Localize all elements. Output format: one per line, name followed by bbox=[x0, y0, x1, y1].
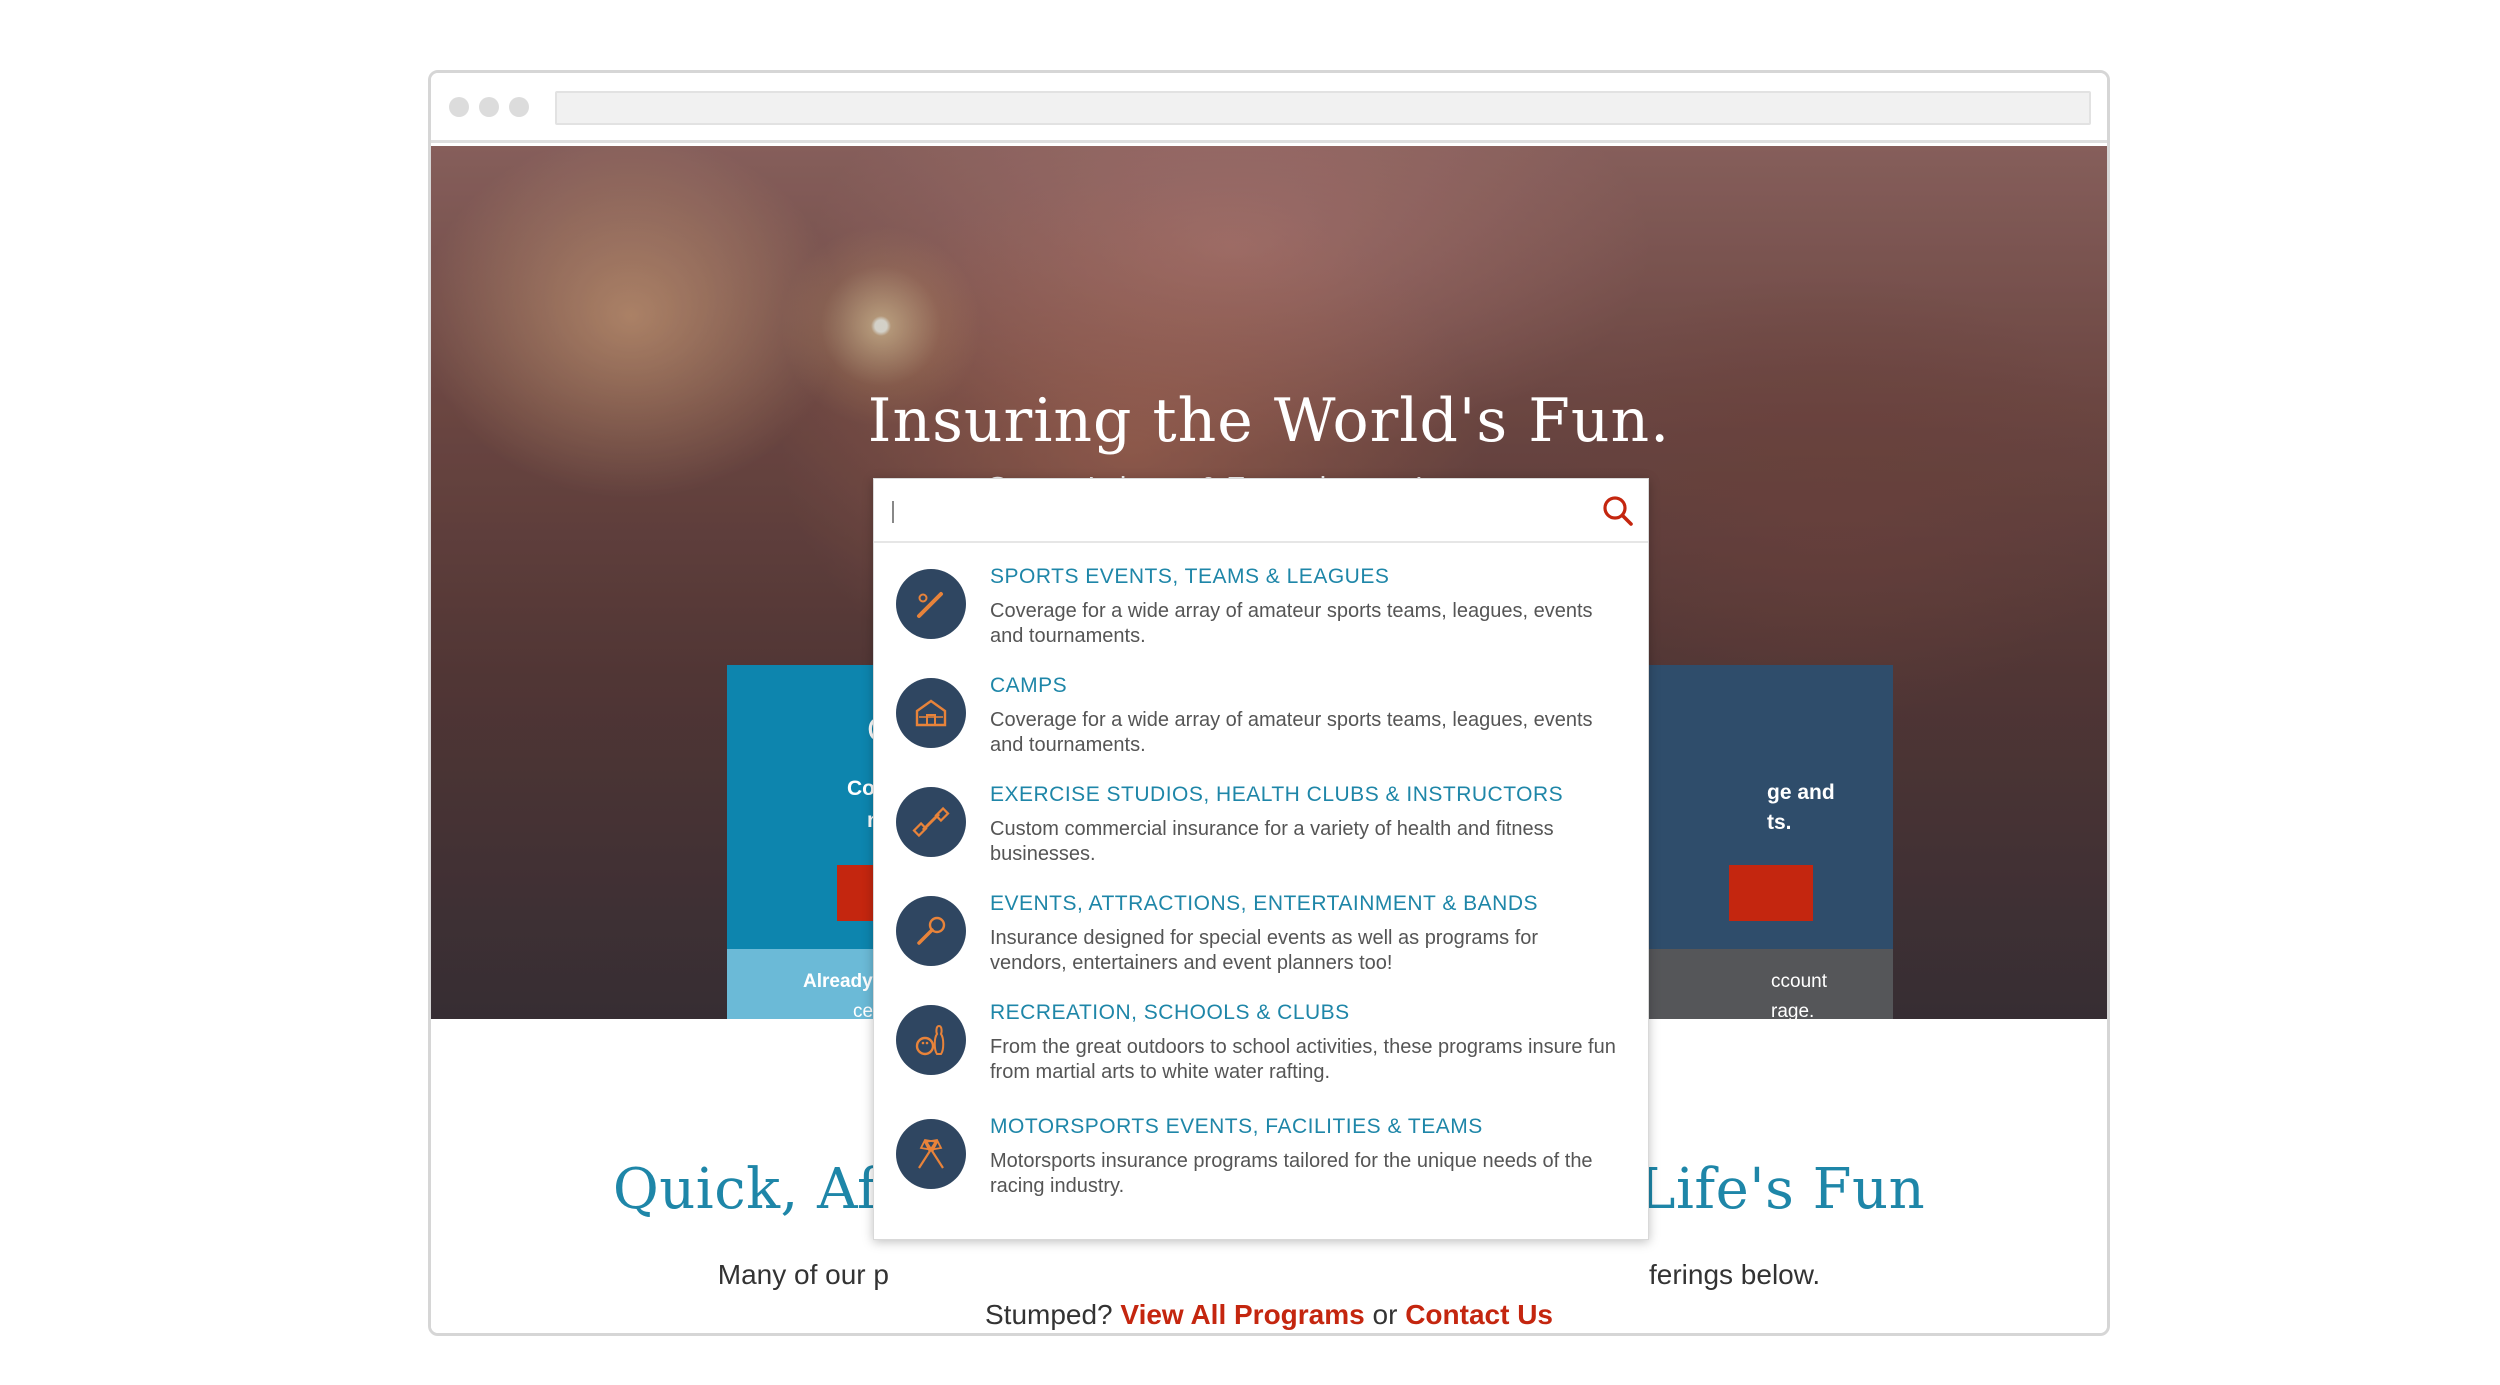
result-description: Coverage for a wide array of amateur spo… bbox=[990, 709, 1593, 756]
result-description: Insurance designed for special events as… bbox=[990, 927, 1539, 974]
microphone-icon bbox=[896, 896, 966, 966]
address-bar[interactable] bbox=[555, 91, 2091, 125]
checkered-flags-icon bbox=[896, 1119, 966, 1189]
contact-us-link[interactable]: Contact Us bbox=[1405, 1299, 1553, 1330]
intro-sub-right: ferings below. bbox=[1648, 1259, 1821, 1290]
dumbbell-icon bbox=[896, 787, 966, 857]
intro-title-left: Quick, Af bbox=[612, 1157, 879, 1222]
result-description: From the great outdoors to school activi… bbox=[990, 1036, 1616, 1083]
intro-subtitle: Many of our p ferings below. bbox=[431, 1259, 2107, 1291]
result-recreation[interactable]: RECREATION, SCHOOLS & CLUBS From the gre… bbox=[874, 1001, 1648, 1109]
card-right-text-2: ts. bbox=[1767, 811, 1792, 834]
bowling-icon bbox=[896, 1005, 966, 1075]
result-title[interactable]: EXERCISE STUDIOS, HEALTH CLUBS & INSTRUC… bbox=[990, 783, 1563, 807]
result-description: Motorsports insurance programs tailored … bbox=[990, 1150, 1593, 1197]
quote-card-right: ge and ts. ccount rage. bbox=[1643, 665, 1893, 1019]
search-icon[interactable] bbox=[1600, 493, 1636, 529]
result-motorsports[interactable]: MOTORSPORTS EVENTS, FACILITIES & TEAMS M… bbox=[874, 1115, 1648, 1223]
result-title[interactable]: SPORTS EVENTS, TEAMS & LEAGUES bbox=[990, 565, 1389, 589]
card-right-footer: ccount rage. bbox=[1643, 949, 1893, 1019]
result-title[interactable]: MOTORSPORTS EVENTS, FACILITIES & TEAMS bbox=[990, 1115, 1483, 1139]
result-title[interactable]: EVENTS, ATTRACTIONS, ENTERTAINMENT & BAN… bbox=[990, 892, 1538, 916]
intro-links: Stumped? View All Programs or Contact Us bbox=[431, 1299, 2107, 1331]
cabin-icon bbox=[896, 678, 966, 748]
text-caret bbox=[892, 501, 894, 523]
result-events[interactable]: EVENTS, ATTRACTIONS, ENTERTAINMENT & BAN… bbox=[874, 892, 1648, 1000]
result-title[interactable]: RECREATION, SCHOOLS & CLUBS bbox=[990, 1001, 1350, 1025]
card-right-button[interactable] bbox=[1729, 865, 1813, 921]
card-right-foot-1: ccount bbox=[1771, 971, 1827, 992]
search-input[interactable] bbox=[888, 489, 1568, 533]
result-title[interactable]: CAMPS bbox=[990, 674, 1067, 698]
search-bar bbox=[874, 479, 1648, 543]
links-prefix: Stumped? bbox=[984, 1299, 1113, 1330]
hero-title: Insuring the World's Fun. bbox=[867, 386, 1671, 456]
card-right-foot-2: rage. bbox=[1771, 1001, 1815, 1019]
card-right-text-1: ge and bbox=[1767, 781, 1835, 804]
view-all-programs-link[interactable]: View All Programs bbox=[1120, 1299, 1364, 1330]
links-or: or bbox=[1372, 1299, 1398, 1330]
intro-title-right: Life's Fun bbox=[1638, 1157, 1926, 1222]
browser-toolbar bbox=[431, 73, 2107, 143]
search-dropdown: SPORTS EVENTS, TEAMS & LEAGUES Coverage … bbox=[873, 478, 1649, 1240]
result-camps[interactable]: CAMPS Coverage for a wide array of amate… bbox=[874, 674, 1648, 782]
window-close-dot[interactable] bbox=[449, 97, 469, 117]
intro-sub-left: Many of our p bbox=[717, 1259, 889, 1290]
window-minimize-dot[interactable] bbox=[479, 97, 499, 117]
window-maximize-dot[interactable] bbox=[509, 97, 529, 117]
card-left-foot-1: Already bbox=[803, 971, 873, 992]
baseball-bat-icon bbox=[896, 569, 966, 639]
result-sports[interactable]: SPORTS EVENTS, TEAMS & LEAGUES Coverage … bbox=[874, 565, 1648, 673]
result-description: Custom commercial insurance for a variet… bbox=[990, 818, 1554, 865]
result-exercise[interactable]: EXERCISE STUDIOS, HEALTH CLUBS & INSTRUC… bbox=[874, 783, 1648, 891]
result-description: Coverage for a wide array of amateur spo… bbox=[990, 600, 1593, 647]
